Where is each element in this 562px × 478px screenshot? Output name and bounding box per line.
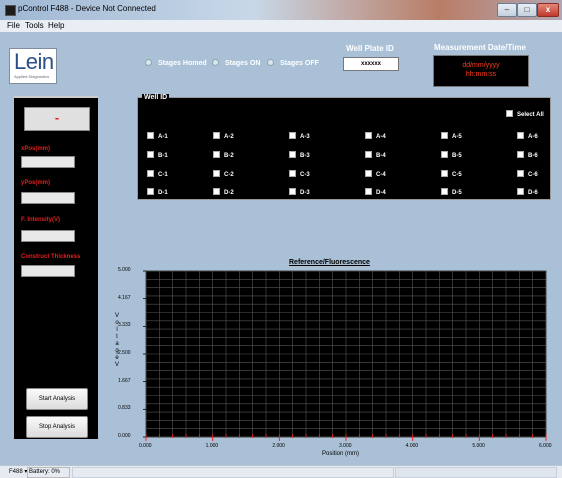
x-tick-label: 3.000 — [339, 443, 352, 449]
x-tick-label: 0.000 — [139, 443, 152, 449]
status-progress-area — [395, 467, 557, 478]
app-window: pControl F488 - Device Not Connected – □… — [0, 0, 562, 478]
y-axis-label-char: t — [116, 334, 118, 340]
x-tick-label: 2.000 — [272, 443, 285, 449]
device-selector[interactable]: F488 ▾ — [9, 468, 27, 475]
x-tick-label: 1.000 — [205, 443, 219, 449]
status-bar: F488 ▾ Battery: 0% — [0, 465, 562, 478]
y-tick-label: 0.000 — [118, 433, 131, 439]
y-axis-label-char: a — [115, 341, 119, 347]
x-tick-label: 6.000 — [539, 443, 552, 449]
battery-status: Battery: 0% — [27, 467, 70, 478]
y-tick-label: 1.667 — [118, 377, 131, 384]
y-axis-label-char: l — [116, 327, 118, 333]
y-axis-label: VoltageV — [114, 313, 120, 369]
x-tick-label: 5.000 — [472, 443, 485, 449]
y-axis-label-char: e — [115, 355, 119, 361]
y-tick-label: 4.167 — [118, 294, 131, 301]
device-selector-value: F488 — [9, 469, 23, 475]
y-axis-label-char: g — [115, 348, 119, 354]
y-axis-label-char: o — [115, 320, 119, 326]
status-message-area — [72, 467, 394, 478]
x-tick-label: 4.000 — [405, 443, 419, 449]
y-axis-label-char: V — [114, 362, 119, 368]
fluorescence-plot — [143, 270, 547, 441]
y-tick-label: 5.000 — [118, 267, 131, 273]
y-tick-label: 0.833 — [118, 405, 131, 412]
x-axis-label: Position (mm) — [322, 451, 360, 457]
y-axis-label-char: V — [114, 313, 119, 319]
